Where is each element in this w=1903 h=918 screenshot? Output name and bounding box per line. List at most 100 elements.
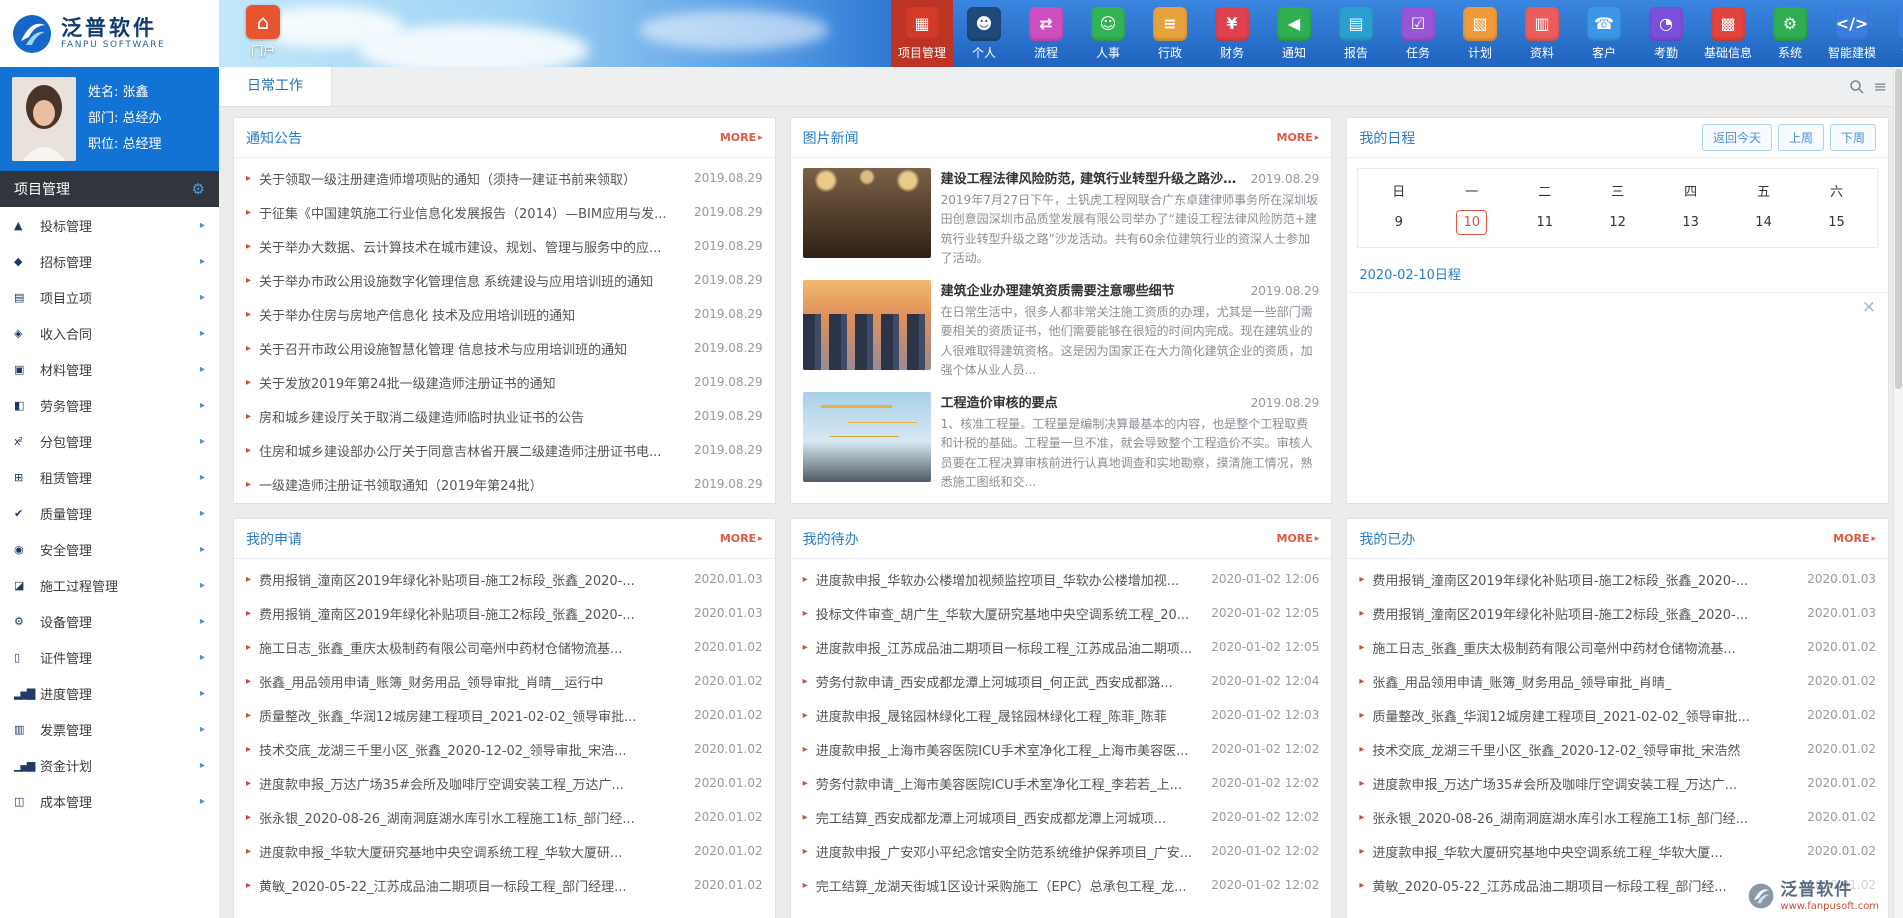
list-item[interactable]: ▸张永银_2020-08-26_湖南洞庭湖水库引水工程施工1标_部门经...20… — [1359, 800, 1876, 834]
list-item[interactable]: ▸进度款申报_华软办公楼增加视频监控项目_华软办公楼增加视...2020-01-… — [803, 562, 1320, 596]
sidebar-item[interactable]: ⚙设备管理▸ — [0, 603, 219, 639]
nav-module-attendance[interactable]: ◔考勤 — [1635, 0, 1697, 67]
sidebar-item[interactable]: ◪施工过程管理▸ — [0, 567, 219, 603]
list-item[interactable]: ▸关于举办市政公用设施数字化管理信息 系统建设与应用培训班的通知2019.08.… — [246, 263, 763, 297]
more-link[interactable]: MORE ▸ — [1833, 532, 1876, 545]
list-item[interactable]: ▸技术交底_龙湖三千里小区_张鑫_2020-12-02_领导审批_宋浩...20… — [246, 732, 763, 766]
list-item[interactable]: ▸技术交底_龙湖三千里小区_张鑫_2020-12-02_领导审批_宋浩然2020… — [1359, 732, 1876, 766]
list-item[interactable]: ▸施工日志_张鑫_重庆太极制药有限公司亳州中药材仓储物流基...2020.01.… — [1359, 630, 1876, 664]
list-item[interactable]: ▸张鑫_用品领用申请_账簿_财务用品_领导审批_肖晴__运行中2020.01.0… — [246, 664, 763, 698]
sidebar-item[interactable]: ▂▅▇进度管理▸ — [0, 675, 219, 711]
tab-daily-work[interactable]: 日常工作 — [219, 67, 332, 106]
list-item[interactable]: ▸关于领取一级注册建造师增项贴的通知（须持一建证书前来领取）2019.08.29 — [246, 161, 763, 195]
list-item[interactable]: ▸进度款申报_江苏成品油二期项目一标段工程_江苏成品油二期项...2020-01… — [803, 630, 1320, 664]
nav-module-customer[interactable]: ☎客户 — [1573, 0, 1635, 67]
news-item[interactable]: 工程造价审核的要点2019.08.291、核准工程量。工程量是编制决算最基本的内… — [803, 392, 1320, 494]
list-item[interactable]: ▸费用报销_潼南区2019年绿化补贴项目-施工2标段_张鑫_2020-...20… — [246, 596, 763, 630]
sidebar-item[interactable]: ◉安全管理▸ — [0, 531, 219, 567]
nav-module-task[interactable]: ☑任务 — [1387, 0, 1449, 67]
calendar-day[interactable]: 11 — [1508, 210, 1581, 235]
list-item[interactable]: ▸投标文件审查_胡广生_华软大厦研究基地中央空调系统工程_20...2020-0… — [803, 596, 1320, 630]
sidebar-item[interactable]: ▣材料管理▸ — [0, 351, 219, 387]
search-icon[interactable] — [1849, 79, 1864, 94]
list-item[interactable]: ▸质量整改_张鑫_华润12城房建工程项目_2021-02-02_领导审批...2… — [1359, 698, 1876, 732]
menu-item-icon: ◧ — [14, 399, 40, 412]
sidebar-item[interactable]: ▲投标管理▸ — [0, 207, 219, 243]
list-item[interactable]: ▸劳务付款申请_西安成都龙潭上河城项目_何正武_西安成都潞...2020-01-… — [803, 664, 1320, 698]
sidebar-item[interactable]: ◧劳务管理▸ — [0, 387, 219, 423]
nav-module-notice[interactable]: ◀通知 — [1263, 0, 1325, 67]
sidebar-item[interactable]: ▁▄▆资金计划▸ — [0, 747, 219, 783]
calendar-day[interactable]: 10 — [1435, 210, 1508, 235]
nav-module-manage[interactable]: ◆管理 — [1883, 0, 1903, 67]
nav-module-admin[interactable]: ≡行政 — [1139, 0, 1201, 67]
list-item[interactable]: ▸关于发放2019年第24批一级建造师注册证书的通知2019.08.29 — [246, 365, 763, 399]
nav-module-personal[interactable]: ☻个人 — [953, 0, 1015, 67]
list-item[interactable]: ▸进度款申报_万达广场35#会所及咖啡厅空调安装工程_万达广...2020.01… — [246, 766, 763, 800]
nav-module-modeling[interactable]: </>智能建模 — [1821, 0, 1883, 67]
list-item[interactable]: ▸住房和城乡建设部办公厅关于同意吉林省开展二级建造师注册证书电...2019.0… — [246, 433, 763, 467]
calendar-day[interactable]: 15 — [1800, 210, 1873, 235]
list-item[interactable]: ▸于征集《中国建筑施工行业信息化发展报告（2014）—BIM应用与发...201… — [246, 195, 763, 229]
sidebar-item[interactable]: ◈收入合同▸ — [0, 315, 219, 351]
close-icon[interactable]: × — [1862, 299, 1876, 316]
sidebar-item[interactable]: ✔质量管理▸ — [0, 495, 219, 531]
list-item[interactable]: ▸费用报销_潼南区2019年绿化补贴项目-施工2标段_张鑫_2020-...20… — [1359, 596, 1876, 630]
sidebar-item[interactable]: x²分包管理▸ — [0, 423, 219, 459]
nav-module-system[interactable]: ⚙系统 — [1759, 0, 1821, 67]
more-link[interactable]: MORE ▸ — [1277, 532, 1320, 545]
list-item[interactable]: ▸房和城乡建设厅关于取消二级建造师临时执业证书的公告2019.08.29 — [246, 399, 763, 433]
news-item[interactable]: 建设工程法律风险防范, 建筑行业转型升级之路沙龙活动2019.08.292019… — [803, 168, 1320, 270]
next-week-button[interactable]: 下周 — [1830, 124, 1876, 151]
nav-module-documents[interactable]: ▥资料 — [1511, 0, 1573, 67]
nav-module-base-info[interactable]: ▩基础信息 — [1697, 0, 1759, 67]
more-link[interactable]: MORE ▸ — [1277, 131, 1320, 144]
list-item[interactable]: ▸进度款申报_上海市美容医院ICU手术室净化工程_上海市美容医...2020-0… — [803, 732, 1320, 766]
sidebar-item[interactable]: ◫成本管理▸ — [0, 783, 219, 819]
list-item[interactable]: ▸进度款申报_晟铭园林绿化工程_晟铭园林绿化工程_陈菲_陈菲2020-01-02… — [803, 698, 1320, 732]
news-item[interactable]: 建筑企业办理建筑资质需要注意哪些细节2019.08.29在日常生活中，很多人都非… — [803, 280, 1320, 382]
nav-module-hr[interactable]: ☺人事 — [1077, 0, 1139, 67]
list-item[interactable]: ▸关于举办住房与房地产信息化 技术及应用培训班的通知2019.08.29 — [246, 297, 763, 331]
list-item[interactable]: ▸关于举办大数据、云计算技术在城市建设、规划、管理与服务中的应...2019.0… — [246, 229, 763, 263]
nav-portal[interactable]: ⌂ 门户 — [231, 5, 295, 59]
nav-module-process[interactable]: ⇄流程 — [1015, 0, 1077, 67]
list-item[interactable]: ▸进度款申报_华软大厦研究基地中央空调系统工程_华软大厦...2020.01.0… — [1359, 834, 1876, 868]
more-link[interactable]: MORE ▸ — [720, 532, 763, 545]
scrollbar-thumb[interactable] — [1895, 69, 1902, 389]
sidebar-item[interactable]: ◆招标管理▸ — [0, 243, 219, 279]
list-item[interactable]: ▸完工结算_龙湖天街城1区设计采购施工（EPC）总承包工程_龙...2020-0… — [803, 868, 1320, 902]
sidebar-item[interactable]: ▥发票管理▸ — [0, 711, 219, 747]
list-item[interactable]: ▸张永银_2020-08-26_湖南洞庭湖水库引水工程施工1标_部门经...20… — [246, 800, 763, 834]
list-item[interactable]: ▸费用报销_潼南区2019年绿化补贴项目-施工2标段_张鑫_2020-...20… — [246, 562, 763, 596]
list-item[interactable]: ▸张鑫_用品领用申请_账簿_财务用品_领导审批_肖晴_2020.01.02 — [1359, 664, 1876, 698]
nav-module-project[interactable]: ▦项目管理 — [891, 0, 953, 67]
calendar-day[interactable]: 12 — [1581, 210, 1654, 235]
nav-module-report[interactable]: ▤报告 — [1325, 0, 1387, 67]
sidebar-item[interactable]: ⊞租赁管理▸ — [0, 459, 219, 495]
list-item[interactable]: ▸劳务付款申请_上海市美容医院ICU手术室净化工程_李若若_上...2020-0… — [803, 766, 1320, 800]
list-item[interactable]: ▸费用报销_潼南区2019年绿化补贴项目-施工2标段_张鑫_2020-...20… — [1359, 562, 1876, 596]
list-item[interactable]: ▸黄敏_2020-05-22_江苏成品油二期项目一标段工程_部门经理...202… — [246, 868, 763, 902]
calendar-day[interactable]: 14 — [1727, 210, 1800, 235]
list-item[interactable]: ▸一级建造师注册证书领取通知（2019年第24批）2019.08.29 — [246, 467, 763, 501]
prev-week-button[interactable]: 上周 — [1778, 124, 1824, 151]
list-item[interactable]: ▸完工结算_西安成都龙潭上河城项目_西安成都龙潭上河城项...2020-01-0… — [803, 800, 1320, 834]
menu-icon[interactable]: ≡ — [1874, 79, 1887, 95]
nav-module-plan[interactable]: ▧计划 — [1449, 0, 1511, 67]
more-link[interactable]: MORE ▸ — [720, 131, 763, 144]
list-item[interactable]: ▸进度款申报_广安邓小平纪念馆安全防范系统维护保养项目_广安...2020-01… — [803, 834, 1320, 868]
list-item[interactable]: ▸关于召开市政公用设施智慧化管理 信息技术与应用培训班的通知2019.08.29 — [246, 331, 763, 365]
calendar-day[interactable]: 13 — [1654, 210, 1727, 235]
list-item[interactable]: ▸质量整改_张鑫_华润12城房建工程项目_2021-02-02_领导审批...2… — [246, 698, 763, 732]
back-to-today-button[interactable]: 返回今天 — [1702, 124, 1772, 151]
calendar-day[interactable]: 9 — [1362, 210, 1435, 235]
page-scrollbar[interactable] — [1893, 67, 1903, 918]
list-item[interactable]: ▸进度款申报_华软大厦研究基地中央空调系统工程_华软大厦研...2020.01.… — [246, 834, 763, 868]
list-item[interactable]: ▸施工日志_张鑫_重庆太极制药有限公司亳州中药材仓储物流基...2020.01.… — [246, 630, 763, 664]
sidebar-item[interactable]: ▤项目立项▸ — [0, 279, 219, 315]
gear-icon[interactable]: ⚙ — [192, 180, 205, 198]
list-item[interactable]: ▸进度款申报_万达广场35#会所及咖啡厅空调安装工程_万达广...2020.01… — [1359, 766, 1876, 800]
sidebar-item[interactable]: ▯证件管理▸ — [0, 639, 219, 675]
nav-module-finance[interactable]: ¥财务 — [1201, 0, 1263, 67]
